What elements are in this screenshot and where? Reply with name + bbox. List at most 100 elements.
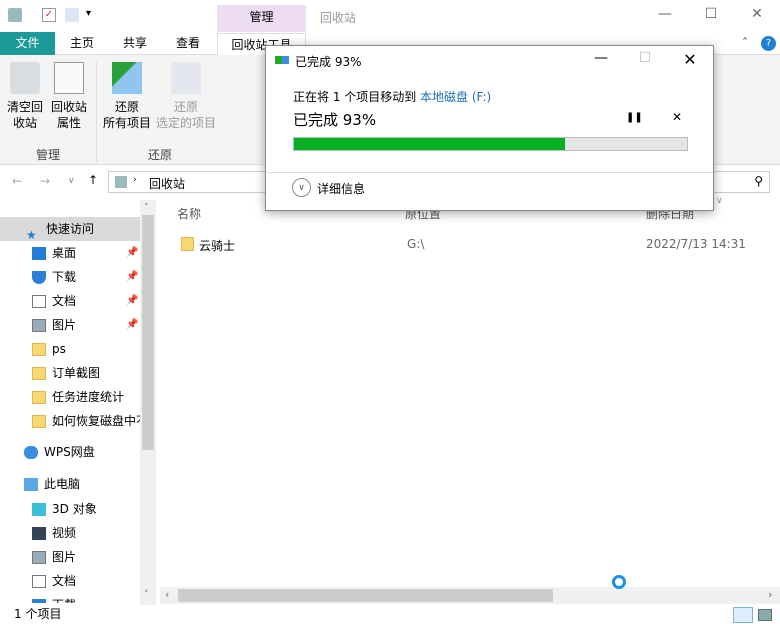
- tab-share[interactable]: 共享: [115, 32, 155, 55]
- recent-dropdown[interactable]: ∨: [68, 176, 75, 186]
- pictures-icon: [32, 319, 46, 332]
- star-icon: ★: [26, 228, 37, 241]
- scroll-left-icon[interactable]: ‹: [165, 588, 169, 601]
- sidebar-item-wps[interactable]: WPS网盘: [0, 440, 140, 464]
- pictures-icon: [32, 551, 46, 564]
- sidebar-item-folder[interactable]: 如何恢复磁盘中不: [0, 409, 140, 433]
- pin-icon[interactable]: 📌: [126, 265, 138, 289]
- sidebar-item-pc[interactable]: 3D 对象: [0, 497, 140, 521]
- sidebar-item-pinned[interactable]: 桌面 📌: [0, 241, 140, 265]
- help-icon[interactable]: ?: [761, 36, 776, 51]
- progress-bar: [293, 137, 688, 151]
- folder-icon: [32, 415, 46, 428]
- sidebar-item-folder[interactable]: 订单截图: [0, 361, 140, 385]
- sort-chevron-icon: ∨: [716, 196, 723, 206]
- operation-message: 正在将 1 个项目移动到: [293, 90, 417, 104]
- folder-icon: [32, 343, 46, 356]
- pin-icon[interactable]: 📌: [126, 313, 138, 337]
- item-count: 1 个项目: [14, 607, 62, 621]
- minimize-button[interactable]: —: [650, 6, 680, 26]
- folder-icon: [32, 367, 46, 380]
- empty-recycle-bin-button[interactable]: 清空回 收站: [4, 62, 46, 131]
- horizontal-scroll-thumb[interactable]: [178, 589, 553, 602]
- recycle-bin-icon: [8, 8, 22, 22]
- more-details-button[interactable]: 详细信息: [317, 180, 365, 197]
- file-deleted-date: 2022/7/13 14:31: [646, 237, 746, 251]
- tab-view[interactable]: 查看: [168, 32, 208, 55]
- sidebar-item-pinned[interactable]: 文档 📌: [0, 289, 140, 313]
- up-button[interactable]: ↑: [88, 173, 98, 187]
- scroll-right-icon[interactable]: ›: [768, 588, 772, 601]
- new-folder-qa-icon[interactable]: [65, 8, 79, 22]
- folder-icon: [181, 237, 194, 251]
- expand-chevron-icon[interactable]: ∨: [292, 178, 311, 197]
- large-icons-view-button[interactable]: [758, 609, 772, 621]
- dialog-title: 已完成 93%: [295, 55, 362, 69]
- sidebar-item-pc[interactable]: 视频: [0, 521, 140, 545]
- dialog-minimize-button[interactable]: —: [586, 50, 616, 70]
- empty-recycle-bin-icon: [10, 62, 40, 94]
- collapse-ribbon-icon[interactable]: ˄: [742, 36, 748, 50]
- context-tab-manage[interactable]: 管理: [217, 5, 306, 32]
- move-icon: [275, 56, 289, 64]
- tab-home[interactable]: 主页: [62, 32, 102, 55]
- download-icon: [32, 599, 46, 603]
- window-title: 回收站: [320, 11, 357, 25]
- back-button[interactable]: ←: [12, 174, 22, 188]
- properties-icon: [54, 62, 84, 94]
- search-icon: ⚲: [754, 174, 763, 188]
- sidebar-item-quick-access[interactable]: ★ 快速访问: [0, 217, 140, 241]
- file-name: 云骑士: [199, 239, 236, 253]
- cancel-button[interactable]: ✕: [672, 110, 682, 124]
- details-view-button[interactable]: [733, 607, 753, 623]
- forward-button[interactable]: →: [40, 174, 50, 188]
- 3d-objects-icon: [32, 503, 46, 516]
- properties-qa-icon[interactable]: ✓: [42, 8, 56, 22]
- desktop-icon: [32, 247, 46, 260]
- recycle-bin-icon: [115, 176, 127, 188]
- dialog-maximize-button: ☐: [638, 50, 652, 66]
- group-divider: [96, 62, 97, 162]
- scroll-down-icon[interactable]: ˅: [144, 590, 149, 600]
- divider: [266, 172, 713, 173]
- sidebar-item-pinned[interactable]: 下载 📌: [0, 265, 140, 289]
- dialog-close-button[interactable]: ✕: [675, 50, 705, 70]
- column-name[interactable]: 名称: [177, 205, 201, 222]
- destination-link[interactable]: 本地磁盘 (F:): [420, 88, 491, 105]
- pause-button[interactable]: ❚❚: [626, 112, 643, 123]
- sidebar-item-pinned[interactable]: 图片 📌: [0, 313, 140, 337]
- pin-icon[interactable]: 📌: [126, 289, 138, 313]
- status-bar: 1 个项目: [0, 605, 780, 624]
- restore-all-icon: [112, 62, 142, 94]
- sidebar-item-folder[interactable]: 任务进度统计: [0, 385, 140, 409]
- progress-text: 已完成 93%: [293, 111, 377, 129]
- sidebar-scroll-thumb[interactable]: [142, 215, 154, 450]
- file-location: G:\: [407, 237, 425, 251]
- restore-selected-button[interactable]: 还原 选定的项目: [154, 62, 218, 131]
- document-icon: [32, 295, 46, 308]
- table-row[interactable]: 云骑士 G:\ 2022/7/13 14:31: [170, 234, 770, 256]
- tab-file[interactable]: 文件: [0, 32, 55, 55]
- busy-cursor-icon: [612, 575, 626, 589]
- customize-qa-icon[interactable]: ▾: [86, 8, 91, 19]
- close-button[interactable]: ✕: [742, 6, 772, 26]
- scroll-up-icon[interactable]: ˄: [144, 203, 149, 213]
- folder-icon: [32, 391, 46, 404]
- recycle-bin-properties-button[interactable]: 回收站 属性: [48, 62, 90, 131]
- group-label-restore: 还原: [148, 148, 173, 162]
- restore-selected-icon: [171, 62, 201, 94]
- sidebar-item-pc[interactable]: 下载: [0, 593, 140, 603]
- sidebar-item-pc[interactable]: 图片: [0, 545, 140, 569]
- progress-dialog: 已完成 93% — ☐ ✕ 正在将 1 个项目移动到 本地磁盘 (F:) 已完成…: [265, 45, 714, 211]
- sidebar-item-folder[interactable]: ps: [0, 337, 140, 361]
- maximize-button[interactable]: ☐: [696, 6, 726, 26]
- sidebar-item-this-pc[interactable]: 此电脑: [0, 472, 140, 496]
- pin-icon[interactable]: 📌: [126, 241, 138, 265]
- breadcrumb-separator: ›: [133, 175, 137, 185]
- restore-all-button[interactable]: 还原 所有项目: [100, 62, 154, 131]
- sidebar-item-pc[interactable]: 文档: [0, 569, 140, 593]
- computer-icon: [24, 478, 38, 491]
- progress-fill: [294, 138, 566, 150]
- document-icon: [32, 575, 46, 588]
- breadcrumb[interactable]: 回收站: [149, 175, 185, 192]
